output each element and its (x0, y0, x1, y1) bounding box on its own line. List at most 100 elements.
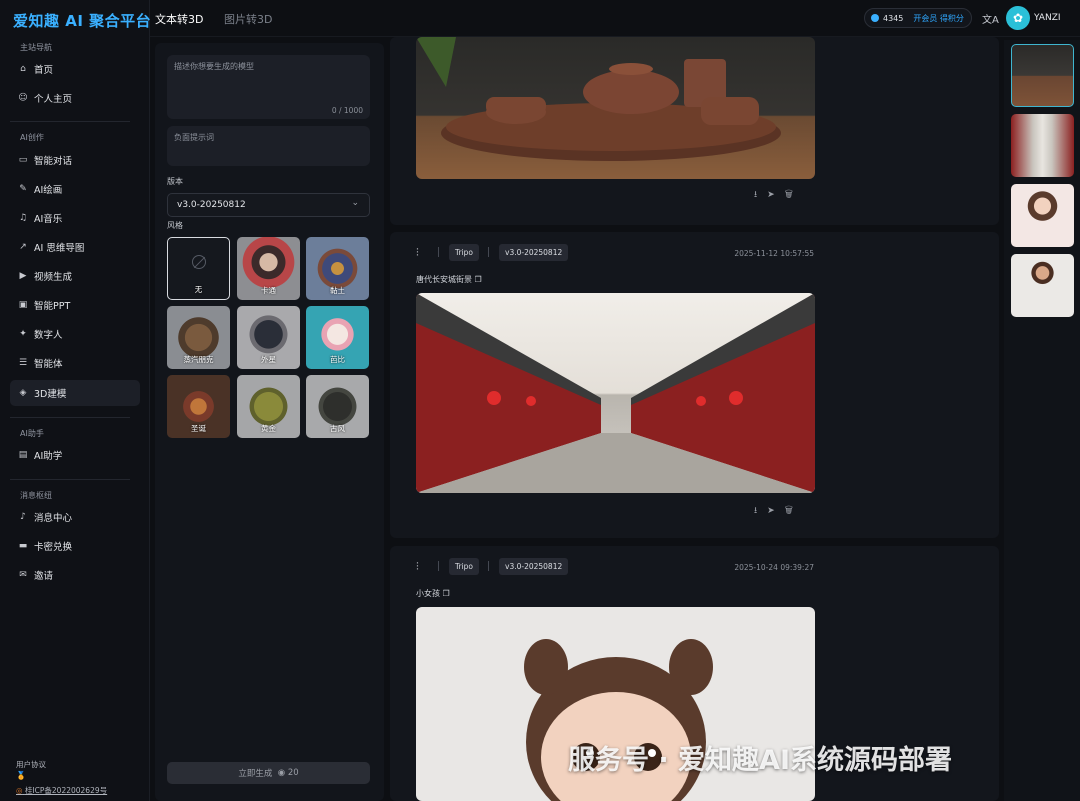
sidebar-item-ai-music[interactable]: ♫ AI音乐 (10, 205, 140, 231)
prompt-text: 唐代长安城街景 (416, 275, 472, 284)
style-option-alien[interactable]: 外星 (237, 306, 300, 369)
generation-form: 描述你想要生成的模型 0 / 1000 负面提示词 版本 v3.0-202508… (155, 43, 384, 801)
sidebar-item-home[interactable]: ⌂ 首页 (10, 56, 140, 82)
sidebar-item-redeem[interactable]: ▬ 卡密兑换 (10, 533, 140, 559)
sidebar-item-label: AI绘画 (34, 185, 63, 196)
divider (10, 479, 130, 480)
negative-prompt-input[interactable]: 负面提示词 (167, 126, 370, 166)
coin-icon: ◉ (277, 768, 286, 778)
none-icon (192, 255, 206, 269)
style-option-steampunk[interactable]: 蒸汽朋克 (167, 306, 230, 369)
icp-link[interactable]: ◎ 桂ICP备2022002629号 (16, 785, 107, 796)
badge-icon: 🏅 (16, 771, 26, 780)
style-option-barbie[interactable]: 芭比 (306, 306, 369, 369)
sidebar-item-label: 智能体 (34, 359, 63, 370)
copy-icon[interactable]: ❐ (475, 275, 482, 284)
coin-icon (871, 14, 879, 22)
timestamp: 2025-10-24 09:39:27 (734, 563, 814, 572)
style-name: 黄金 (261, 424, 276, 433)
music-icon: ♫ (18, 213, 28, 223)
divider (10, 417, 130, 418)
download-icon[interactable]: ⭳ (754, 190, 767, 200)
app-logo[interactable]: 爱知趣 AI 聚合平台 (13, 10, 151, 31)
style-option-ancient[interactable]: 古风 (306, 375, 369, 438)
style-name: 黏土 (330, 286, 345, 295)
sidebar-item-message-center[interactable]: ♪ 消息中心 (10, 504, 140, 530)
style-label: 风格 (167, 221, 183, 230)
result-card: ⫶ Tripo v3.0-20250812 2025-11-12 10:57:5… (390, 232, 999, 538)
sidebar-item-profile[interactable]: ☺ 个人主页 (10, 85, 140, 111)
style-option-clay[interactable]: 黏土 (306, 237, 369, 300)
sidebar-item-label: AI助学 (34, 451, 63, 462)
thumbnail-teapot[interactable] (1011, 44, 1074, 107)
icp-label: 桂ICP备2022002629号 (24, 786, 108, 795)
copy-icon[interactable]: ❐ (443, 589, 450, 598)
sidebar-item-digital-human[interactable]: ✦ 数字人 (10, 321, 140, 347)
sidebar-item-3d-model[interactable]: ◈ 3D建模 (10, 380, 140, 406)
sidebar-item-label: 3D建模 (34, 389, 67, 400)
share-icon[interactable]: ➤ (767, 190, 785, 200)
version-chip: v3.0-20250812 (499, 244, 569, 261)
sidebar: 爱知趣 AI 聚合平台 主站导航 ⌂ 首页 ☺ 个人主页 AI创作 ▭ 智能对话 ✎ A… (0, 0, 151, 801)
agreement-link[interactable]: 用户协议 (16, 759, 46, 770)
sidebar-item-label: 视频生成 (34, 272, 73, 283)
negative-placeholder: 负面提示词 (174, 133, 214, 142)
section-main-nav: 主站导航 (20, 43, 52, 52)
monitor-icon: ▤ (18, 450, 28, 460)
style-option-gold[interactable]: 黄金 (237, 375, 300, 438)
version-select[interactable]: v3.0-20250812 ⌄ (167, 193, 370, 217)
sidebar-item-ppt[interactable]: ▣ 智能PPT (10, 292, 140, 318)
tab-image-to-3d[interactable]: 图片转3D (224, 11, 272, 27)
generate-label: 立即生成 (238, 769, 273, 779)
thumbnail-street[interactable] (1011, 114, 1074, 177)
app-root: 爱知趣 AI 聚合平台 主站导航 ⌂ 首页 ☺ 个人主页 AI创作 ▭ 智能对话 ✎ A… (0, 0, 1080, 801)
chart-line-icon: ↗ (19, 242, 27, 252)
sidebar-item-label: 个人主页 (34, 94, 73, 105)
sidebar-item-label: 卡密兑换 (34, 542, 73, 553)
user-menu[interactable]: ✿ YANZI (1006, 6, 1061, 30)
tab-text-to-3d[interactable]: 文本转3D (155, 11, 203, 27)
vip-link[interactable]: 开会员 得积分 (913, 13, 964, 24)
mail-icon: ✉ (19, 570, 27, 580)
result-actions: ⭳➤🗑 (754, 187, 803, 203)
result-image[interactable] (416, 293, 815, 493)
style-option-christmas[interactable]: 圣诞 (167, 375, 230, 438)
sidebar-item-study[interactable]: ▤ AI助学 (10, 442, 140, 468)
sidebar-item-chat[interactable]: ▭ 智能对话 (10, 147, 140, 173)
divider (10, 121, 130, 122)
sidebar-item-mindmap[interactable]: ↗ AI 思维导图 (10, 234, 140, 260)
result-image[interactable] (416, 37, 815, 179)
version-value: v3.0-20250812 (177, 200, 246, 210)
download-icon[interactable]: ⭳ (754, 506, 767, 516)
sidebar-item-video[interactable]: ▶ 视频生成 (10, 263, 140, 289)
share-icon[interactable]: ➤ (767, 506, 785, 516)
char-counter: 0 / 1000 (331, 106, 363, 115)
brush-icon: ✎ (19, 184, 27, 194)
version-chip: v3.0-20250812 (499, 558, 569, 575)
sidebar-item-label: AI 思维导图 (34, 243, 85, 254)
result-prompt: 唐代长安城街景 ❐ (416, 274, 482, 285)
thumbnail-girl[interactable] (1011, 184, 1074, 247)
generate-button[interactable]: 立即生成 ◉ 20 (167, 762, 370, 784)
card-icon: ▬ (18, 541, 28, 551)
thumbnail-boy[interactable] (1011, 254, 1074, 317)
style-name: 卡通 (261, 286, 276, 295)
sidebar-item-label: AI音乐 (34, 214, 63, 225)
delete-icon[interactable]: 🗑 (785, 190, 803, 200)
style-option-cartoon[interactable]: 卡通 (237, 237, 300, 300)
prompt-input[interactable]: 描述你想要生成的模型 0 / 1000 (167, 55, 370, 119)
icp-icon: ◎ (16, 786, 23, 795)
sidebar-item-invite[interactable]: ✉ 邀请 (10, 562, 140, 588)
timestamp: 2025-11-12 10:57:55 (734, 249, 814, 258)
sidebar-item-label: 消息中心 (34, 513, 73, 524)
delete-icon[interactable]: 🗑 (785, 506, 803, 516)
sidebar-item-label: 智能PPT (34, 301, 71, 312)
sidebar-item-agent[interactable]: ☰ 智能体 (10, 350, 140, 376)
sidebar-item-ai-draw[interactable]: ✎ AI绘画 (10, 176, 140, 202)
style-option-none[interactable]: 无 (167, 237, 230, 300)
prompt-placeholder: 描述你想要生成的模型 (174, 62, 254, 71)
translate-icon[interactable]: 文A (982, 11, 999, 26)
style-name: 无 (194, 285, 203, 294)
credits-badge[interactable]: 4345 开会员 得积分 (864, 8, 972, 28)
divider (488, 247, 489, 257)
